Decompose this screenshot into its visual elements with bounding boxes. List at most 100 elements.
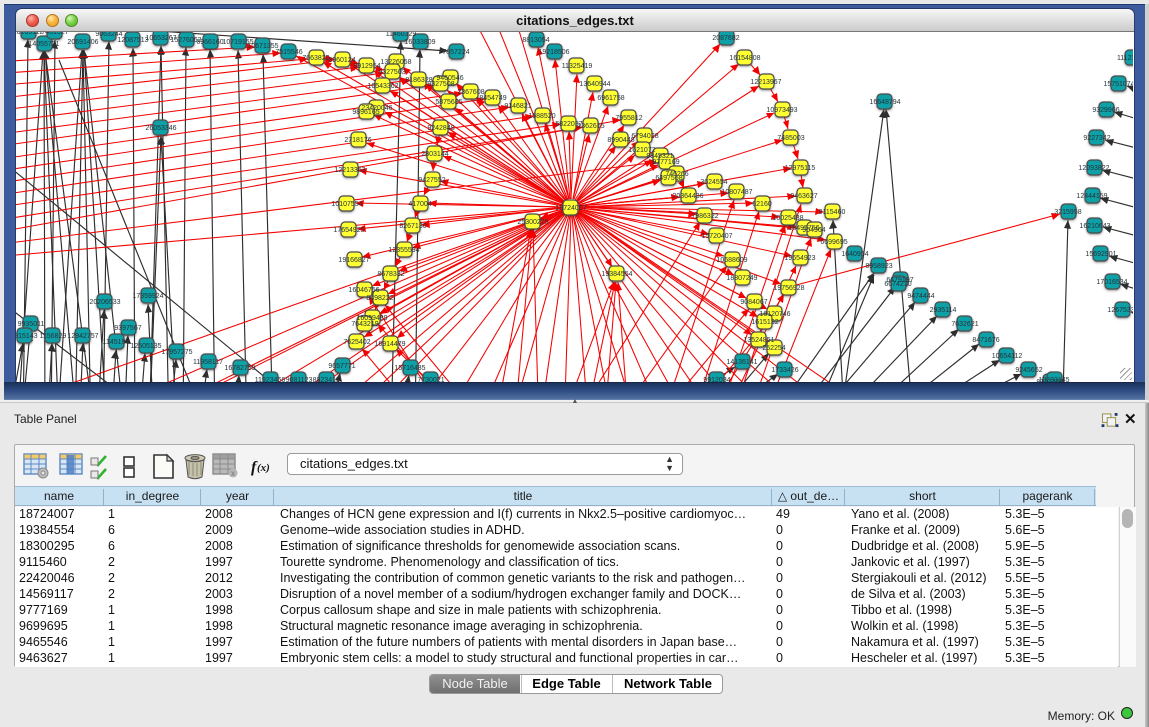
svg-text:16154808: 16154808 <box>729 55 760 62</box>
svg-text:(x): (x) <box>257 462 270 474</box>
svg-text:9146821: 9146821 <box>504 103 531 110</box>
svg-text:1362615: 1362615 <box>577 123 604 130</box>
svg-text:6699695: 6699695 <box>820 239 847 246</box>
svg-text:20691406: 20691406 <box>67 39 98 46</box>
svg-text:12355594: 12355594 <box>388 247 419 254</box>
svg-text:15716485: 15716485 <box>394 365 425 372</box>
svg-text:17957275: 17957275 <box>161 349 192 356</box>
svg-text:10233145: 10233145 <box>1038 377 1069 382</box>
svg-text:11958117: 11958117 <box>193 359 223 366</box>
svg-text:19218506: 19218506 <box>538 49 569 56</box>
svg-text:8958923: 8958923 <box>865 263 892 270</box>
svg-text:12505135: 12505135 <box>130 343 161 350</box>
svg-text:3624554: 3624554 <box>700 179 727 186</box>
svg-text:15751074: 15751074 <box>1103 81 1133 88</box>
svg-text:9896165: 9896165 <box>352 109 379 116</box>
svg-text:20364436: 20364436 <box>672 193 703 200</box>
svg-text:3215958: 3215958 <box>1054 209 1081 216</box>
svg-text:16543362: 16543362 <box>367 83 398 90</box>
svg-text:16914479: 16914479 <box>374 341 405 348</box>
svg-text:10671355: 10671355 <box>247 43 278 50</box>
svg-text:6966160: 6966160 <box>196 39 223 46</box>
svg-text:9915143: 9915143 <box>16 333 38 340</box>
svg-text:16105112: 16105112 <box>16 32 43 36</box>
svg-text:12093822: 12093822 <box>1078 165 1109 172</box>
svg-text:6794028: 6794028 <box>631 133 658 140</box>
svg-text:14055721: 14055721 <box>28 41 59 48</box>
svg-text:9935011: 9935011 <box>18 321 45 328</box>
svg-text:7730021: 7730021 <box>417 377 444 382</box>
svg-text:9397567: 9397567 <box>114 325 141 332</box>
svg-text:13226058: 13226058 <box>380 59 411 66</box>
svg-text:26053346: 26053346 <box>145 125 176 132</box>
svg-text:1588520: 1588520 <box>528 113 555 120</box>
svg-text:8267130: 8267130 <box>399 223 426 230</box>
svg-text:6497568: 6497568 <box>655 175 682 182</box>
svg-text:8454749: 8454749 <box>479 95 506 102</box>
svg-text:12942757: 12942757 <box>67 333 98 340</box>
svg-text:9777169: 9777169 <box>652 159 679 166</box>
svg-text:252254: 252254 <box>762 345 785 352</box>
svg-text:12675333: 12675333 <box>1107 307 1133 314</box>
svg-text:17016534: 17016534 <box>1096 279 1127 286</box>
svg-text:25300275: 25300275 <box>517 219 548 226</box>
svg-text:7515546: 7515546 <box>275 49 302 56</box>
svg-text:20206533: 20206533 <box>89 299 120 306</box>
svg-text:9657771: 9657771 <box>328 363 355 370</box>
svg-text:8823411: 8823411 <box>313 377 340 382</box>
svg-text:9327503: 9327503 <box>378 69 405 76</box>
svg-text:7643219: 7643219 <box>351 321 378 328</box>
svg-text:8471676: 8471676 <box>972 337 999 344</box>
svg-text:954964: 954964 <box>802 227 825 234</box>
svg-text:9474444: 9474444 <box>907 293 934 300</box>
svg-text:9242848: 9242848 <box>427 125 454 132</box>
svg-text:12213363: 12213363 <box>334 167 365 174</box>
svg-text:10107554: 10107554 <box>331 201 362 208</box>
svg-text:12087513: 12087513 <box>117 37 148 44</box>
svg-text:10654112: 10654112 <box>992 353 1023 360</box>
svg-text:7632621: 7632621 <box>951 321 978 328</box>
svg-text:7955812: 7955812 <box>615 115 642 122</box>
svg-text:15692901: 15692901 <box>1085 251 1116 258</box>
svg-text:10807487: 10807487 <box>721 189 752 196</box>
svg-text:8678332: 8678332 <box>377 271 404 278</box>
svg-text:16782759: 16782759 <box>224 365 255 372</box>
svg-text:2087682: 2087682 <box>712 35 739 42</box>
svg-text:62160: 62160 <box>752 201 772 208</box>
svg-text:9427552: 9427552 <box>418 177 445 184</box>
svg-text:12975115: 12975115 <box>785 165 816 172</box>
svg-text:5875685: 5875685 <box>435 99 462 106</box>
svg-text:9081123: 9081123 <box>286 377 313 382</box>
svg-text:16046756: 16046756 <box>348 287 379 294</box>
svg-text:14136141: 14136141 <box>726 359 757 366</box>
svg-text:16210643: 16210643 <box>1079 223 1110 230</box>
svg-text:16120746: 16120746 <box>759 311 790 318</box>
svg-text:19166827: 19166827 <box>338 257 369 264</box>
svg-text:8960124: 8960124 <box>328 57 355 64</box>
svg-text:6674210: 6674210 <box>884 281 911 288</box>
svg-text:11923466: 11923466 <box>255 377 286 382</box>
svg-text:16033809: 16033809 <box>404 39 435 46</box>
svg-text:1615132: 1615132 <box>751 319 778 326</box>
svg-text:9084067: 9084067 <box>740 299 767 306</box>
svg-text:9327508: 9327508 <box>427 81 454 88</box>
svg-text:10973493: 10973493 <box>766 107 797 114</box>
svg-text:12444159: 12444159 <box>1076 193 1107 200</box>
svg-text:6961758: 6961758 <box>597 95 624 102</box>
svg-text:7485003: 7485003 <box>777 135 804 142</box>
svg-text:19384554: 19384554 <box>601 271 632 278</box>
svg-text:9245652: 9245652 <box>1015 367 1042 374</box>
svg-text:7857224: 7857224 <box>442 49 469 56</box>
svg-text:19654923: 19654923 <box>784 255 815 262</box>
svg-text:2935114: 2935114 <box>930 307 957 314</box>
svg-text:9463627: 9463627 <box>790 193 817 200</box>
svg-text:8912954: 8912954 <box>353 63 380 70</box>
svg-text:1156829: 1156829 <box>40 333 67 340</box>
svg-text:9227342: 9227342 <box>1083 135 1110 142</box>
svg-text:13524851: 13524851 <box>743 337 774 344</box>
svg-text:17654925: 17654925 <box>333 227 364 234</box>
svg-text:10025438: 10025438 <box>772 215 803 222</box>
svg-text:1733426: 1733426 <box>771 367 798 374</box>
svg-text:12213967: 12213967 <box>750 79 781 86</box>
svg-text:19756928: 19756928 <box>773 285 804 292</box>
